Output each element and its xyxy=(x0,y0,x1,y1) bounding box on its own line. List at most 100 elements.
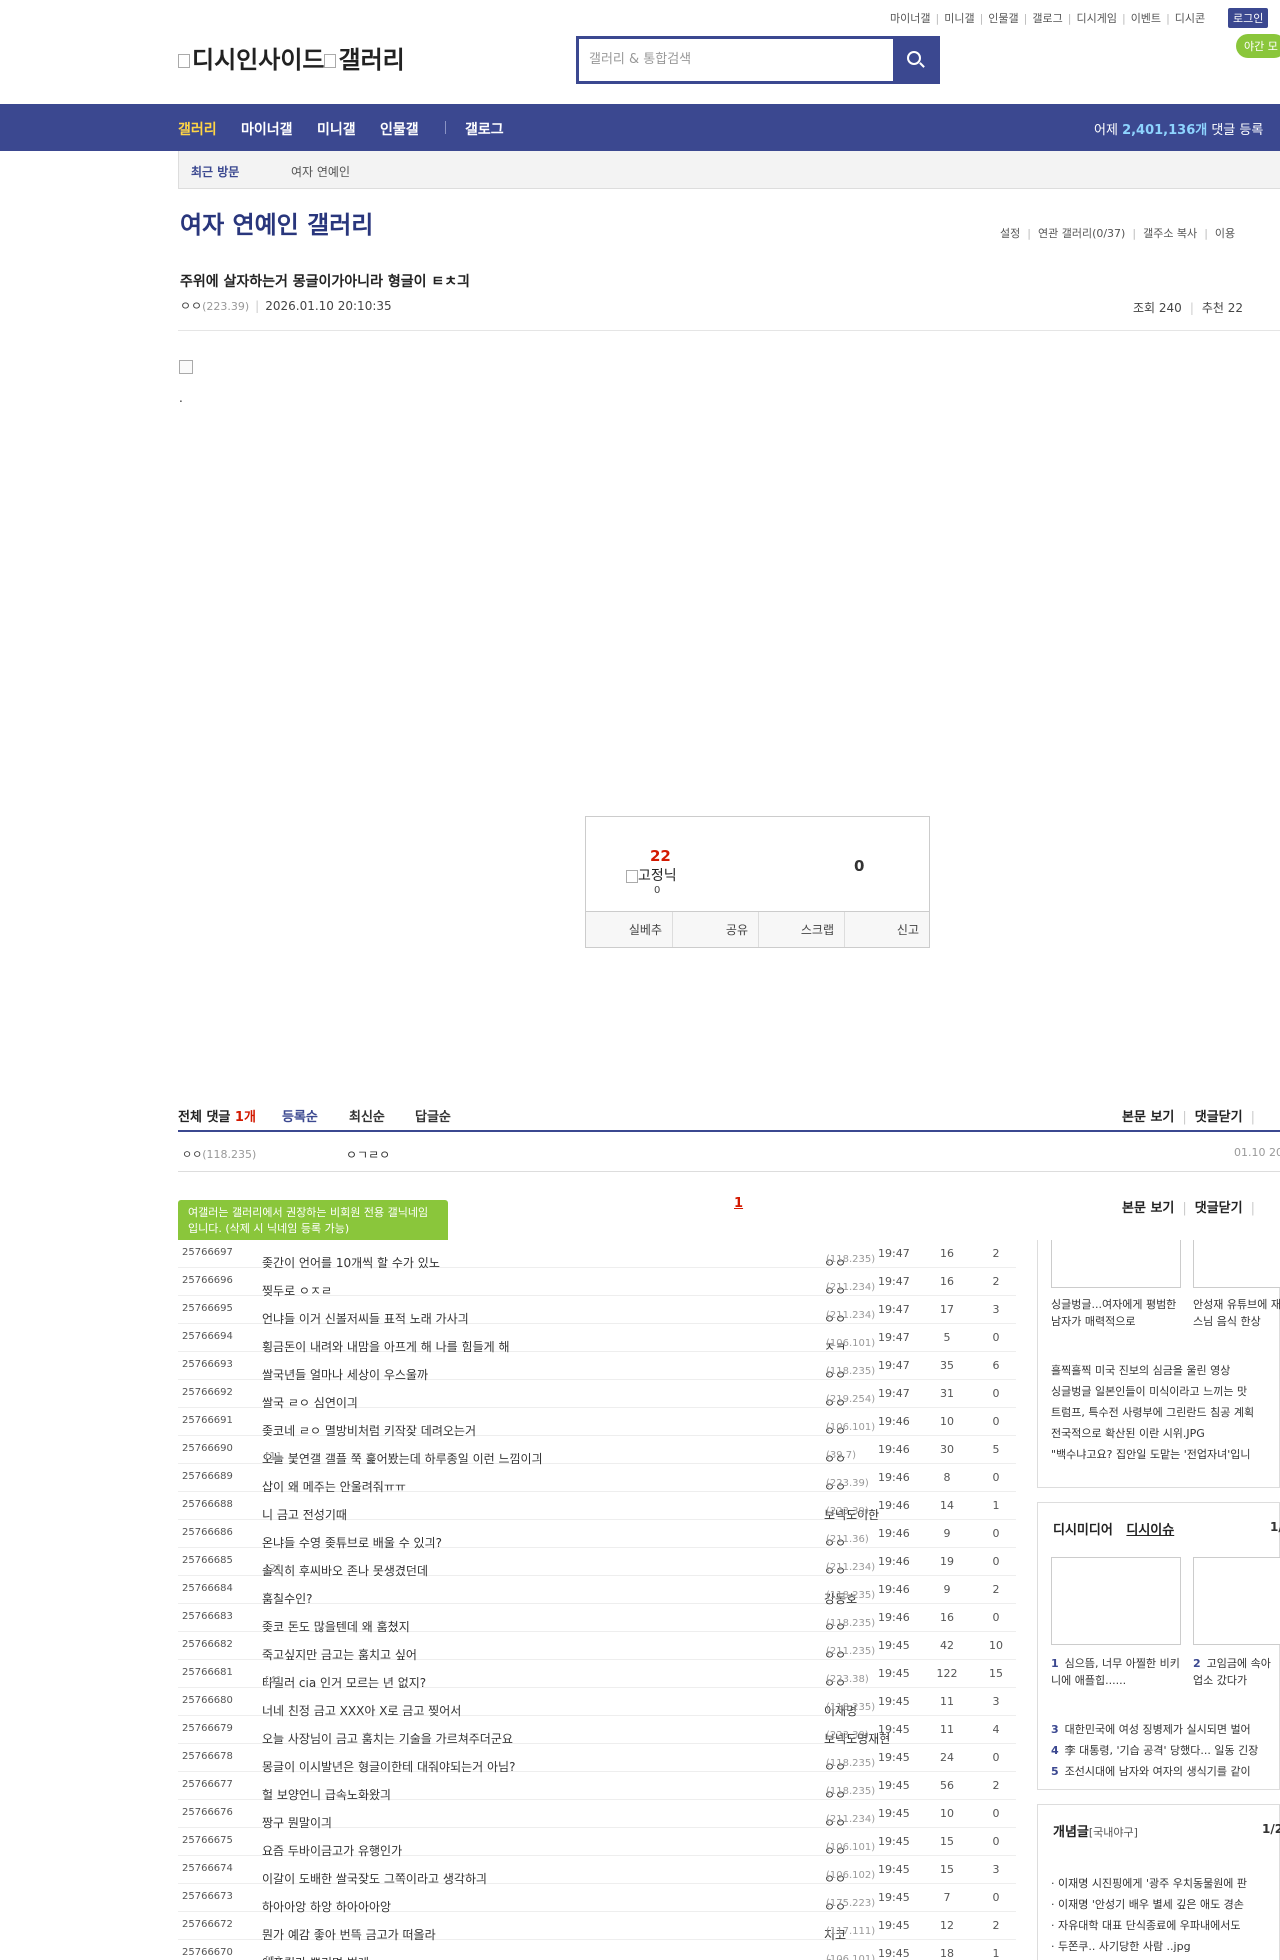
util-link-gallog[interactable]: 갤로그 xyxy=(1032,12,1062,25)
post-list-row[interactable]: 25766682 죽고싶지만 금고는 훔치고 싶어 ㅇㅇ (211.235) 19:45… xyxy=(178,1632,1016,1662)
side-concept-item[interactable]: · 이재명 시진핑에게 '광주 우치동물원에 판 xyxy=(1051,1875,1280,1891)
side-list-item[interactable]: 흘찍흘찍 미국 진보의 심금을 울린 영상 xyxy=(1051,1362,1280,1378)
view-body-link[interactable]: 본문 보기 xyxy=(1122,1110,1174,1125)
side-thumb[interactable] xyxy=(1193,1240,1280,1288)
post-list-row[interactable]: 25766673 하아아앙 하앙 하아아아앙 ㅇㅇ (175.223) 19:45 7 0 xyxy=(178,1884,1016,1914)
side-thumb-caption[interactable]: 안성재 유튜브에 재스님 음식 한상 xyxy=(1193,1296,1280,1330)
post-list-row[interactable]: 25766694 횡금돈이 내려와 내맘을 아프게 해 나를 힘들게 해 ㅈㅋ (10… xyxy=(178,1324,1016,1354)
post-list-row[interactable]: 25766692 쌀국 ㄹㅇ 심연이긔 ㅇㅇ (219.254) 19:47 31 0 xyxy=(178,1380,1016,1410)
post-list-row[interactable]: 25766691 좆코네 ㄹㅇ 멸방비처럼 키작잦 데려오는거 ㅇㅇ (106.101… xyxy=(178,1408,1016,1438)
side-media-item[interactable]: 5 조선시대에 남자와 여자의 생식기를 같이 xyxy=(1051,1763,1280,1779)
post-list-row[interactable]: 25766696 찢두로 ㅇㅈㄹ ㅇㅇ (211.234) 19:47 16 2 xyxy=(178,1268,1016,1298)
side-list-item[interactable]: "백수냐고요? 집안일 도맡는 '전업자녀'입니 xyxy=(1051,1446,1280,1462)
post-list-row[interactable]: 25766690 오늘 붗연갤 갤플 쭉 훑어봤는데 하루종일 이런 느낌이긔 [1… xyxy=(178,1436,1016,1466)
issue-tab[interactable]: 디시이슈 xyxy=(1126,1523,1174,1538)
post-list-row[interactable]: 25766679 오늘 사장님이 금고 훔치는 기술을 가르쳐주더군요 보넥도명재현… xyxy=(178,1716,1016,1746)
sort-latest[interactable]: 최신순 xyxy=(349,1106,385,1125)
share-button[interactable]: 공유 xyxy=(673,912,759,947)
side-list-item[interactable]: 트럼프, 특수전 사령부에 그린란드 침공 계획 xyxy=(1051,1404,1280,1420)
util-link-mini[interactable]: 미니갤 xyxy=(944,12,974,25)
post-list-row[interactable]: 25766672 뭔가 예감 좋아 번뜩 금고가 떠올라 지코 (117.111) 19… xyxy=(178,1912,1016,1942)
post-list-row[interactable]: 25766674 이갈이 도배한 쌀국잦도 그쪽이라고 생각하긔 ㅇㅇ (106.10… xyxy=(178,1856,1016,1886)
media-tab[interactable]: 디시미디어 xyxy=(1053,1523,1113,1538)
downvote-count[interactable]: 0 xyxy=(854,857,864,875)
related-gallery-link[interactable]: 연관 갤러리(0/37) xyxy=(1038,227,1125,240)
post-list-row[interactable]: 25766677 헐 보양언니 급속노화왔긔 ㅇㅇ (118.235) 19:45 56 2 xyxy=(178,1772,1016,1802)
post-list-row[interactable]: 25766680 너네 친정 금고 XXX아 X로 금고 찢어서 이재명 (118.2… xyxy=(178,1688,1016,1718)
comment-stat: 어제 2,401,136개 댓글 등록 xyxy=(1094,123,1264,138)
nav-person[interactable]: 인물갤 xyxy=(380,119,419,139)
best-recommend-button[interactable]: 실베추 xyxy=(586,912,673,947)
post-list-row[interactable]: 25766685 솔직히 후씨바오 존나 못생겼던데 [2] ㅇㅇ (211.234) 1… xyxy=(178,1548,1016,1578)
util-link-event[interactable]: 이벤트 xyxy=(1131,12,1161,25)
view-body-link-2[interactable]: 본문 보기 xyxy=(1122,1201,1174,1216)
nav-gallery[interactable]: 갤러리 xyxy=(178,119,217,139)
util-link-person[interactable]: 인물갤 xyxy=(988,12,1018,25)
post-list-row[interactable]: 25766681 타일러 cia 인거 모르는 년 없지? [4] ㅇㅇ (223.38… xyxy=(178,1660,1016,1690)
post-list-row[interactable]: 25766678 몽글이 이시발년은 형글이한테 대줘야되는거 아님? ㅇㅇ (118… xyxy=(178,1744,1016,1774)
nav-gallog[interactable]: 갤로그 xyxy=(465,119,504,139)
scrap-button[interactable]: 스크랩 xyxy=(759,912,845,947)
comment-page-1[interactable]: 1 xyxy=(734,1196,743,1211)
recent-visit-item[interactable]: 여자 연예인 xyxy=(291,163,350,180)
login-button[interactable]: 로그인 xyxy=(1228,8,1269,28)
copy-address-link[interactable]: 갤주소 복사 xyxy=(1143,227,1197,240)
post-list-row[interactable]: 25766686 온냐들 수영 좆튜브로 배울 수 있긔? ㅇㅇ (211.36) 19… xyxy=(178,1520,1016,1550)
side-media-caption[interactable]: 2 고임금에 속아 업소 갔다가 xyxy=(1193,1655,1280,1691)
util-link-game[interactable]: 디시게임 xyxy=(1076,12,1116,25)
post-number: 25766691 xyxy=(182,1415,233,1426)
post-date: 2026.01.10 20:10:35 xyxy=(265,299,392,313)
post-list-row[interactable]: 25766697 좆간이 언어를 10개씩 할 수가 있노 ㅇㅇ (118.235) 1… xyxy=(178,1240,1016,1270)
post-list-row[interactable]: 25766695 언냐들 이거 신볼저씨들 표적 노래 가사긔 ㅇㅇ (211.234… xyxy=(178,1296,1016,1326)
post-list-recommends: 0 xyxy=(992,1415,1000,1428)
top-util-links: 마이너갤 | 미니갤 | 인물갤 | 갤로그 | 디시게임 | 이벤트 | 디시콘 xyxy=(890,12,1206,25)
post-list-row[interactable]: 25766683 좆코 돈도 많을텐데 왜 훔쳤지 ㅇㅇ (118.235) 19:46… xyxy=(178,1604,1016,1634)
post-list-recommends: 2 xyxy=(992,1247,1000,1260)
search-button[interactable] xyxy=(893,39,937,81)
side-list-item[interactable]: 전국적으로 확산된 이란 시위.JPG xyxy=(1051,1425,1280,1441)
post-list-row[interactable]: 25766693 쌀국년들 얼마나 세상이 우스울까 ㅇㅇ (118.235) 19:4… xyxy=(178,1352,1016,1382)
report-button[interactable]: 신고 xyxy=(845,912,929,947)
side-concept-title[interactable]: 개념글[국내야구] xyxy=(1053,1821,1138,1840)
gallery-settings-link[interactable]: 설정 xyxy=(1000,227,1020,240)
util-link-minor[interactable]: 마이너갤 xyxy=(890,12,930,25)
post-list-views: 35 xyxy=(940,1359,954,1372)
post-list-row[interactable]: 25766688 니 금고 전성기때 보넥도이한 (223.39) 19:46 14 1 xyxy=(178,1492,1016,1522)
recent-visit-label[interactable]: 최근 방문 xyxy=(191,163,239,180)
post-list-row[interactable]: 25766670에프킬라 뿌리면 벌레[1]ㅇㅇ(106.101)19:4518… xyxy=(178,1940,1016,1960)
comment-nick[interactable]: ㅇㅇ(118.235) xyxy=(182,1146,256,1162)
post-list-row[interactable]: 25766689 삽이 왜 메주는 안울려줘ㅠㅠ ㅇㅇ (223.39) 19:46 8 0 xyxy=(178,1464,1016,1494)
close-comments-link-2[interactable]: 댓글닫기 xyxy=(1195,1201,1243,1216)
usage-link[interactable]: 이용 xyxy=(1215,227,1235,240)
post-list-row[interactable]: 25766676 짱구 뭔말이긔 ㅇㅇ (211.234) 19:45 10 0 xyxy=(178,1800,1016,1830)
search-input[interactable]: 갤러리 & 통합검색 xyxy=(589,39,879,81)
sort-registered[interactable]: 등록순 xyxy=(282,1106,318,1125)
side-concept-item[interactable]: · 이재명 '안성기 배우 별세 깊은 애도 경손 xyxy=(1051,1896,1280,1912)
side-thumb[interactable] xyxy=(1051,1557,1181,1645)
nav-minor[interactable]: 마이너갤 xyxy=(241,119,293,139)
sort-replies[interactable]: 답글순 xyxy=(415,1106,451,1125)
side-list-item[interactable]: 싱글벙글 일본인들이 미식이라고 느끼는 맛 xyxy=(1051,1383,1280,1399)
side-media-item[interactable]: 3 대한민국에 여성 징병제가 실시되면 벌어 xyxy=(1051,1721,1280,1737)
post-list-row[interactable]: 25766675 요즘 두바이금고가 유행인가 ㅇㅇ (106.101) 19:45 15… xyxy=(178,1828,1016,1858)
upvote-count[interactable]: 22 xyxy=(650,847,671,865)
util-link-dccon[interactable]: 디시콘 xyxy=(1175,12,1205,25)
night-mode-button[interactable]: 야간 모 xyxy=(1236,34,1280,58)
post-writer[interactable]: ㅇㅇ xyxy=(180,299,202,313)
side-concept-item[interactable]: · 두쫀쿠.. 사기당한 사람 ..jpg xyxy=(1051,1938,1280,1954)
post-number: 25766692 xyxy=(182,1387,233,1398)
post-list-row[interactable]: 25766684 훔칠수인? 강동호 (118.235) 19:46 9 2 xyxy=(178,1576,1016,1606)
post-list-views: 15 xyxy=(940,1863,954,1876)
post-list-views: 14 xyxy=(940,1499,954,1512)
side-media-caption[interactable]: 1 심으뜸, 너무 아찔한 비키니에 애플힙...... xyxy=(1051,1655,1181,1691)
side-concept-item[interactable]: · 자유대학 대표 단식종료에 우파내에서도 xyxy=(1051,1917,1280,1933)
side-media-item[interactable]: 4李 대통령, '기습 공격' 당했다... 일동 긴장 xyxy=(1051,1742,1280,1758)
close-comments-link[interactable]: 댓글닫기 xyxy=(1195,1110,1243,1125)
side-media-page: 1/ xyxy=(1270,1520,1280,1534)
side-thumb[interactable] xyxy=(1193,1557,1280,1645)
nav-mini[interactable]: 미니갤 xyxy=(317,119,356,139)
side-thumb-caption[interactable]: 싱글벙글...여자에게 평범한 남자가 매력적으로 xyxy=(1051,1296,1181,1330)
gallery-title[interactable]: 여자 연예인 갤러리 xyxy=(180,205,373,240)
side-thumb[interactable] xyxy=(1051,1240,1181,1288)
site-logo[interactable]: 디시인사이드 갤러리 xyxy=(178,40,405,75)
